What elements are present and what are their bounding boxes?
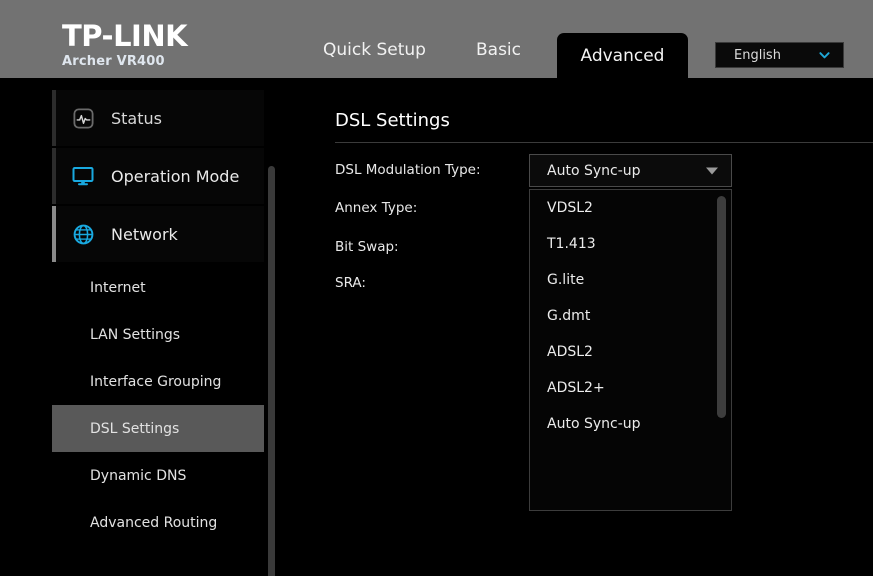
sidebar-subitem-label: Internet	[90, 279, 146, 296]
header-bar: TP-LINK Archer VR400 Quick Setup Basic A…	[0, 0, 873, 78]
dsl-modulation-type-select[interactable]: Auto Sync-up	[529, 154, 732, 187]
sidebar-scrollbar[interactable]	[268, 166, 275, 576]
sidebar-item-label: Operation Mode	[111, 166, 240, 186]
dropdown-scrollbar[interactable]	[717, 196, 726, 418]
chevron-down-icon	[819, 52, 830, 59]
dsl-modulation-type-dropdown[interactable]: VDSL2 T1.413 G.lite G.dmt ADSL2 ADSL2+ A…	[529, 189, 732, 511]
item-accent-bar	[52, 148, 56, 204]
sidebar-item-internet[interactable]: Internet	[52, 264, 264, 311]
brand-name: TP-LINK	[62, 19, 188, 53]
globe-icon	[70, 221, 96, 247]
sidebar-item-advanced-routing[interactable]: Advanced Routing	[52, 499, 264, 546]
brand-logo: TP-LINK Archer VR400	[62, 19, 188, 70]
router-admin-page: TP-LINK Archer VR400 Quick Setup Basic A…	[0, 0, 873, 576]
dropdown-option[interactable]: T1.413	[530, 226, 731, 262]
label-bit-swap: Bit Swap:	[335, 239, 399, 255]
sidebar-item-label: Status	[111, 108, 162, 128]
item-accent-bar	[52, 90, 56, 146]
sidebar-item-network[interactable]: Network	[52, 206, 264, 262]
sidebar-item-operation-mode[interactable]: Operation Mode	[52, 148, 264, 204]
tab-advanced-label: Advanced	[580, 45, 665, 66]
dropdown-option[interactable]: G.dmt	[530, 298, 731, 334]
sidebar-subitem-label: DSL Settings	[90, 420, 180, 437]
language-label: English	[734, 47, 781, 63]
sidebar-item-status[interactable]: Status	[52, 90, 264, 146]
sidebar-subitem-label: Dynamic DNS	[90, 467, 187, 484]
label-annex-type: Annex Type:	[335, 200, 418, 216]
sidebar-item-dynamic-dns[interactable]: Dynamic DNS	[52, 452, 264, 499]
title-divider	[335, 142, 873, 143]
tab-advanced[interactable]: Advanced	[557, 33, 688, 78]
dropdown-option[interactable]: VDSL2	[530, 190, 731, 226]
dropdown-option[interactable]: ADSL2	[530, 334, 731, 370]
sidebar-subitem-label: Advanced Routing	[90, 514, 218, 531]
monitor-icon	[70, 163, 96, 189]
tab-basic[interactable]: Basic	[476, 40, 521, 60]
model-name: Archer VR400	[62, 54, 165, 69]
label-dsl-modulation-type: DSL Modulation Type:	[335, 162, 481, 178]
page-title: DSL Settings	[335, 110, 450, 131]
sidebar-item-lan-settings[interactable]: LAN Settings	[52, 311, 264, 358]
label-sra: SRA:	[335, 275, 366, 291]
sidebar-subitem-label: LAN Settings	[90, 326, 181, 343]
sidebar-item-interface-grouping[interactable]: Interface Grouping	[52, 358, 264, 405]
sidebar-item-label: Network	[111, 224, 178, 244]
sidebar-item-dsl-settings[interactable]: DSL Settings	[52, 405, 264, 452]
select-value: Auto Sync-up	[547, 162, 641, 179]
language-selector[interactable]: English	[715, 42, 844, 68]
caret-down-icon	[706, 167, 718, 174]
sidebar-subitem-label: Interface Grouping	[90, 373, 222, 390]
tab-quick-setup[interactable]: Quick Setup	[323, 40, 426, 60]
sidebar-items: Status Operation Mode Network Internet L…	[52, 90, 264, 546]
dropdown-option[interactable]: Auto Sync-up	[530, 406, 731, 442]
item-accent-bar	[52, 206, 56, 262]
dropdown-option[interactable]: ADSL2+	[530, 370, 731, 406]
status-pulse-icon	[70, 105, 96, 131]
sidebar: Status Operation Mode Network Internet L…	[0, 78, 275, 576]
dropdown-option[interactable]: G.lite	[530, 262, 731, 298]
main-content: DSL Settings DSL Modulation Type: Annex …	[275, 78, 873, 576]
